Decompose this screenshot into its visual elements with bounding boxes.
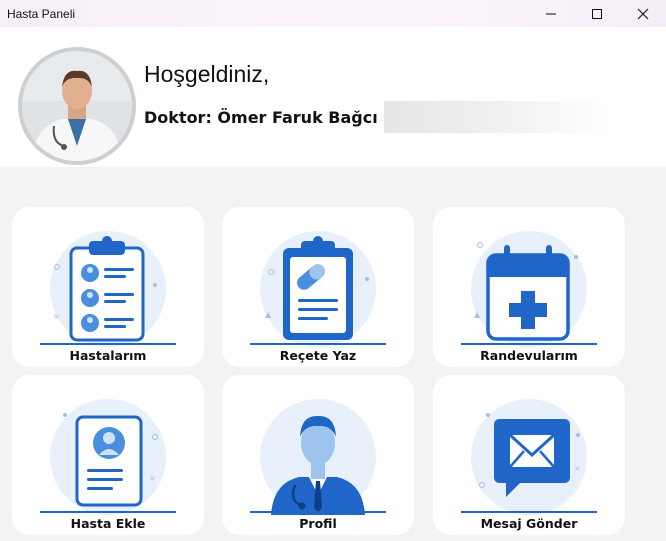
card-label: Reçete Yaz	[279, 348, 357, 363]
prescription-clipboard-icon: ▲	[260, 231, 376, 347]
card-label: Randevularım	[480, 348, 578, 363]
card-profile[interactable]: Profil	[222, 375, 414, 535]
doctor-avatar	[18, 47, 136, 165]
welcome-header: Hoşgeldiniz, Doktor: Ömer Faruk Bağcı	[0, 27, 666, 167]
card-label: Profil	[299, 516, 337, 531]
patient-file-icon: ×	[50, 399, 166, 515]
card-add-patient[interactable]: × Hasta Ekle	[12, 375, 204, 535]
greeting-text: Hoşgeldiniz,	[144, 61, 270, 87]
card-appointments[interactable]: ▲ Randevularım	[433, 207, 625, 367]
redacted-field	[383, 101, 609, 133]
maximize-icon	[592, 8, 602, 19]
doctor-profile-icon	[260, 399, 376, 515]
card-underline	[40, 511, 176, 513]
card-label: Hastalarım	[69, 348, 147, 363]
svg-text:×: ×	[574, 464, 581, 473]
svg-text:▲: ▲	[265, 310, 272, 319]
card-label: Hasta Ekle	[70, 516, 146, 531]
card-prescription[interactable]: ▲ Reçete Yaz	[222, 207, 414, 367]
patients-clipboard-icon: ×	[50, 231, 166, 347]
message-envelope-icon: ×	[471, 399, 587, 515]
card-underline	[250, 511, 386, 513]
card-underline	[250, 343, 386, 345]
doctor-name: Doktor: Ömer Faruk Bağcı	[144, 107, 378, 127]
svg-text:×: ×	[149, 474, 156, 483]
svg-text:×: ×	[53, 312, 60, 321]
card-underline	[461, 343, 597, 345]
maximize-button[interactable]	[574, 0, 620, 27]
close-icon	[637, 8, 649, 19]
card-underline	[461, 511, 597, 513]
window-title: Hasta Paneli	[7, 6, 76, 21]
calendar-medical-icon: ▲	[471, 231, 587, 347]
minimize-icon	[546, 13, 556, 14]
close-button[interactable]	[620, 0, 666, 27]
card-send-message[interactable]: × Mesaj Gönder	[433, 375, 625, 535]
svg-text:▲: ▲	[474, 310, 481, 319]
title-bar: Hasta Paneli	[0, 0, 666, 27]
card-label: Mesaj Gönder	[480, 516, 578, 531]
card-underline	[40, 343, 176, 345]
minimize-button[interactable]	[528, 0, 574, 27]
card-patients[interactable]: × Hastalarım	[12, 207, 204, 367]
